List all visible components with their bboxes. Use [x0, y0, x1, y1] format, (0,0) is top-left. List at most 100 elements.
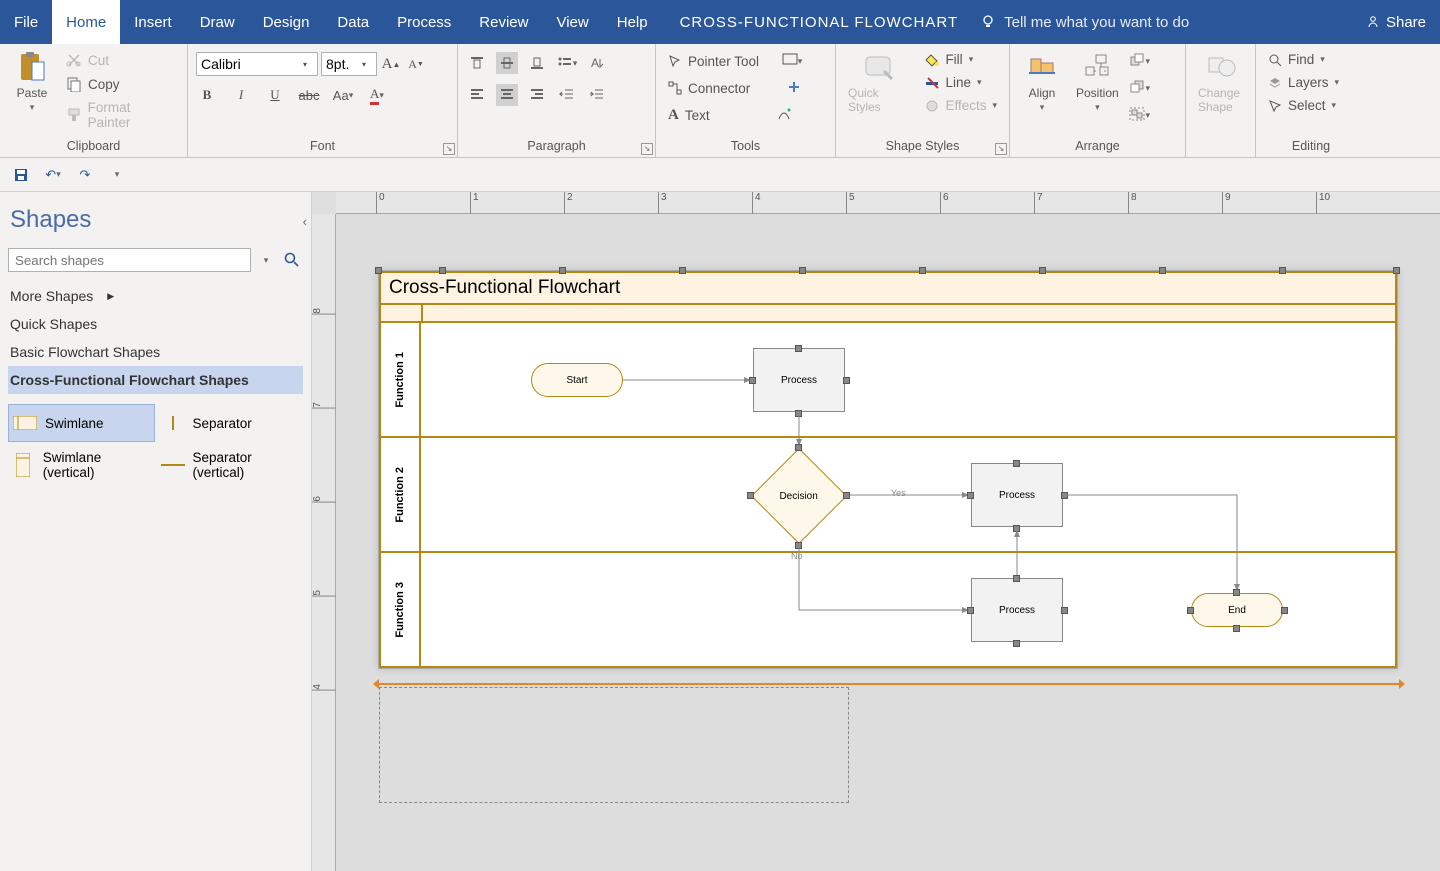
font-name-combo[interactable]: Calibri▾: [196, 52, 318, 76]
flowchart-start[interactable]: Start: [531, 363, 623, 397]
text-direction-button[interactable]: A: [586, 52, 608, 74]
strikethrough-button[interactable]: abc: [298, 84, 320, 106]
shape-swimlane-vertical[interactable]: Swimlane (vertical): [8, 444, 155, 486]
quick-styles-button[interactable]: Quick Styles: [844, 48, 915, 116]
redo-button[interactable]: ↷: [74, 164, 96, 186]
decrease-font-icon[interactable]: A▼: [405, 53, 427, 75]
tab-data[interactable]: Data: [323, 0, 383, 44]
undo-button[interactable]: ↶▾: [42, 164, 64, 186]
swimlane-3[interactable]: Function 3 Process End No: [379, 553, 1397, 668]
line-button[interactable]: Line▾: [921, 73, 1001, 92]
increase-indent-button[interactable]: [586, 84, 608, 106]
fill-icon: [925, 53, 939, 67]
effects-icon: [925, 99, 939, 113]
align-middle-button[interactable]: [496, 52, 518, 74]
collapse-panel-button[interactable]: ‹: [303, 214, 307, 229]
decrease-indent-button[interactable]: [556, 84, 578, 106]
align-button[interactable]: Align▾: [1018, 48, 1066, 115]
layers-button[interactable]: Layers▾: [1264, 73, 1343, 92]
tab-process[interactable]: Process: [383, 0, 465, 44]
position-button[interactable]: Position▾: [1072, 48, 1123, 115]
line-icon: [925, 76, 939, 90]
text-block-button[interactable]: AText: [664, 104, 714, 126]
bold-button[interactable]: B: [196, 84, 218, 106]
align-bottom-button[interactable]: [526, 52, 548, 74]
horizontal-ruler[interactable]: 012345678910: [336, 192, 1440, 214]
group-button[interactable]: ▾: [1129, 104, 1151, 126]
change-shape-button[interactable]: Change Shape: [1194, 48, 1247, 116]
swimlane-2[interactable]: Function 2 Decision Process Yes: [379, 438, 1397, 553]
tab-view[interactable]: View: [542, 0, 602, 44]
paragraph-dialog-launcher[interactable]: ↘: [641, 143, 653, 155]
qat-customize-button[interactable]: ▾: [106, 164, 128, 186]
basic-flowchart-shapes-item[interactable]: Basic Flowchart Shapes: [8, 338, 303, 366]
select-icon: [1268, 99, 1282, 113]
cut-button[interactable]: Cut: [62, 50, 179, 70]
shape-separator[interactable]: Separator: [157, 404, 304, 442]
share-button[interactable]: Share: [1366, 14, 1426, 31]
shape-separator-vertical[interactable]: Separator (vertical): [157, 444, 304, 486]
rectangle-tool-button[interactable]: ▾: [781, 50, 803, 72]
tab-home[interactable]: Home: [52, 0, 120, 44]
select-button[interactable]: Select▾: [1264, 96, 1340, 115]
cross-functional-shapes-item[interactable]: Cross-Functional Flowchart Shapes: [8, 366, 303, 394]
tab-help[interactable]: Help: [603, 0, 662, 44]
group-label-shape-styles: Shape Styles: [844, 137, 1001, 155]
shape-swimlane[interactable]: Swimlane: [8, 404, 155, 442]
bullets-button[interactable]: ▾: [556, 52, 578, 74]
align-left-button[interactable]: [466, 84, 488, 106]
align-right-button[interactable]: [526, 84, 548, 106]
send-back-button[interactable]: ▾: [1129, 77, 1151, 99]
tab-file[interactable]: File: [0, 0, 52, 44]
search-options-button[interactable]: ▾: [255, 249, 277, 271]
connector-icon: [668, 81, 682, 95]
swimlane-1[interactable]: Function 1 Start Process: [379, 323, 1397, 438]
selection-handle-right[interactable]: [1393, 677, 1407, 691]
tell-me-search[interactable]: Tell me what you want to do: [980, 14, 1189, 31]
flowchart-process-3[interactable]: Process: [971, 578, 1063, 642]
tab-design[interactable]: Design: [249, 0, 324, 44]
font-color-button[interactable]: A▾: [366, 84, 388, 106]
find-button[interactable]: Find▾: [1264, 50, 1329, 69]
paste-button[interactable]: Paste ▾: [8, 48, 56, 115]
drawing-page[interactable]: Cross-Functional Flowchart Function 1 St…: [378, 270, 1398, 669]
format-painter-button[interactable]: Format Painter: [62, 98, 179, 132]
fill-button[interactable]: Fill▾: [921, 50, 1001, 69]
effects-button[interactable]: Effects▾: [921, 96, 1001, 115]
cut-icon: [66, 52, 82, 68]
search-shapes-input[interactable]: [8, 248, 251, 272]
align-center-button[interactable]: [496, 84, 518, 106]
quick-shapes-item[interactable]: Quick Shapes: [8, 310, 303, 338]
font-size-combo[interactable]: 8pt.▾: [321, 52, 377, 76]
flowchart-end[interactable]: End: [1191, 593, 1283, 627]
italic-button[interactable]: I: [230, 84, 252, 106]
shape-styles-dialog-launcher[interactable]: ↘: [995, 143, 1007, 155]
titlebar: File Home Insert Draw Design Data Proces…: [0, 0, 1440, 44]
tab-insert[interactable]: Insert: [120, 0, 186, 44]
quick-styles-icon: [863, 50, 897, 84]
group-label-clipboard: Clipboard: [8, 137, 179, 155]
increase-font-icon[interactable]: A▲: [380, 53, 402, 75]
flowchart-process-2[interactable]: Process: [971, 463, 1063, 527]
search-button[interactable]: [281, 249, 303, 271]
ink-tool-button[interactable]: [774, 104, 796, 126]
align-icon: [1025, 50, 1059, 84]
connection-point-button[interactable]: [784, 77, 806, 99]
tab-review[interactable]: Review: [465, 0, 542, 44]
pointer-tool-button[interactable]: Pointer Tool: [664, 50, 763, 72]
flowchart-process-1[interactable]: Process: [753, 348, 845, 412]
copy-button[interactable]: Copy: [62, 74, 179, 94]
more-shapes-item[interactable]: More Shapes▶: [8, 282, 303, 310]
font-dialog-launcher[interactable]: ↘: [443, 143, 455, 155]
tab-draw[interactable]: Draw: [186, 0, 249, 44]
bring-front-button[interactable]: ▾: [1129, 50, 1151, 72]
connector-button[interactable]: Connector: [664, 77, 754, 99]
vertical-ruler[interactable]: 87654: [312, 214, 336, 871]
underline-button[interactable]: U: [264, 84, 286, 106]
change-case-button[interactable]: Aa▾: [332, 84, 354, 106]
swimlane-title[interactable]: Cross-Functional Flowchart: [379, 271, 1397, 305]
align-top-button[interactable]: [466, 52, 488, 74]
drawing-canvas[interactable]: Cross-Functional Flowchart Function 1 St…: [336, 214, 1440, 871]
flowchart-decision[interactable]: Decision: [751, 448, 847, 544]
save-button[interactable]: [10, 164, 32, 186]
